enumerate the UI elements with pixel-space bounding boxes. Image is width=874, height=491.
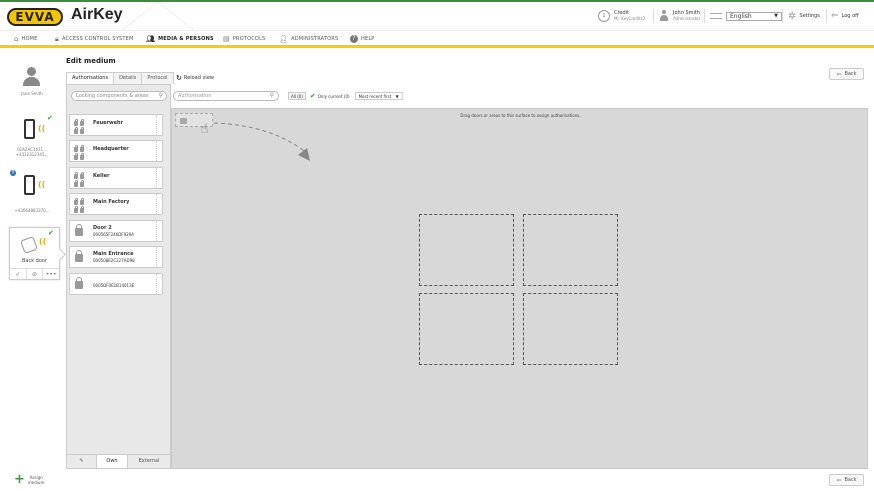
deactivate-medium-icon[interactable]: ⊘	[27, 269, 44, 279]
help-icon: ?	[350, 35, 358, 43]
medium-phone-number: +43664883370...	[14, 208, 50, 213]
lock-icon	[180, 118, 187, 124]
logoff-button[interactable]: ⇐ Log off	[831, 8, 859, 24]
current-user[interactable]: John Smith Administrator	[659, 8, 700, 24]
tab-own[interactable]: Own	[97, 455, 128, 468]
person-avatar[interactable]	[21, 67, 41, 87]
medium-card-selected[interactable]: (( ✔ Back door ✓ ⊘ •••	[9, 227, 60, 280]
locking-item-area[interactable]: Main Factory	[69, 193, 163, 215]
plus-icon: +	[14, 472, 25, 487]
back-arrow-icon: ⇦	[836, 476, 842, 484]
tab-external[interactable]: External	[128, 455, 170, 468]
user-icon	[659, 10, 669, 22]
nav-media-persons[interactable]: 👥︎ MEDIA & PERSONS	[146, 34, 214, 44]
locking-item-area[interactable]: Keller	[69, 167, 163, 189]
edit-medium-icon[interactable]: ✓	[10, 269, 27, 279]
hand-pointer-icon: ☝	[200, 121, 209, 137]
drag-arrow-icon	[213, 122, 310, 161]
language-select[interactable]: English ▼	[726, 11, 782, 21]
pencil-icon[interactable]: ✎	[67, 455, 97, 468]
flag-icon	[710, 13, 722, 19]
key-tag-icon	[20, 236, 38, 254]
more-options-icon[interactable]: •••	[43, 269, 59, 279]
locking-item-door[interactable]: Main Entrance 000508E2C227AD98	[69, 246, 163, 268]
reload-icon: ↻	[176, 74, 182, 82]
back-button-bottom[interactable]: ⇦ Back	[829, 474, 864, 486]
locking-item-area[interactable]: Headquarter	[69, 140, 163, 162]
main-nav: ⌂ HOME 🔒︎ ACCESS CONTROL SYSTEM 👥︎ MEDIA…	[0, 30, 874, 45]
search-icon: ⚲	[158, 92, 163, 99]
phone-icon	[24, 175, 35, 195]
search-icon: ⚲	[269, 92, 274, 99]
page-title: Edit medium	[66, 57, 116, 65]
panel-bottom-tabs: ✎ Own External	[67, 454, 170, 468]
locking-components-panel: Locking components & areas ⚲ Feuerwehr H…	[66, 84, 171, 469]
app-title: AirKey	[71, 6, 123, 23]
document-icon: ▤	[223, 35, 230, 43]
lock-icon	[75, 277, 83, 289]
lock-icon	[75, 224, 83, 236]
locking-search-input[interactable]: Locking components & areas ⚲	[71, 91, 167, 101]
tab-details[interactable]: Details	[113, 72, 143, 84]
chevron-down-icon: ▼	[395, 94, 399, 99]
area-icon	[74, 198, 86, 213]
person-name: Jane Smith	[21, 91, 43, 96]
header-decoration	[119, 2, 197, 32]
nav-home[interactable]: ⌂ HOME	[14, 34, 38, 44]
drop-placeholder	[523, 214, 618, 286]
locking-item-area[interactable]: Feuerwehr	[69, 114, 163, 136]
logoff-icon: ⇐	[831, 11, 839, 21]
nfc-wave-icon: ((	[39, 237, 47, 246]
settings-button[interactable]: ✲ Settings	[788, 8, 820, 24]
authorisation-search-input[interactable]: Authorisation ⚲	[173, 91, 279, 101]
phone-icon	[24, 119, 35, 139]
medium-name: Back door	[21, 258, 48, 264]
area-icon	[74, 172, 86, 187]
tab-protocol[interactable]: Protocol	[141, 72, 174, 84]
authorisation-drop-area[interactable]: Drag doors or areas to this surface to a…	[171, 108, 868, 469]
drop-placeholder	[419, 214, 514, 286]
check-icon: ✔	[309, 92, 316, 100]
evva-logo[interactable]: EVVA	[7, 8, 63, 26]
credit-sub: Mr. KeyCredits2	[614, 16, 646, 21]
home-icon: ⌂	[14, 35, 19, 43]
locking-item-door[interactable]: 0005DF0E1B14013E	[69, 273, 163, 295]
nav-stripe	[0, 45, 874, 48]
credit-info[interactable]: 1 Credit Mr. KeyCredits2	[598, 8, 645, 24]
back-arrow-icon: ⇦	[836, 70, 842, 78]
chevron-down-icon: ▼	[774, 12, 778, 19]
check-icon: ✔	[47, 114, 53, 122]
credit-icon: 1	[598, 10, 610, 22]
filter-only-current[interactable]: ✔ Only current (0)	[310, 92, 350, 100]
check-icon: ✔	[48, 229, 54, 237]
info-icon: ?	[10, 170, 16, 176]
user-role: Administrator	[673, 16, 701, 21]
nav-administrators[interactable]: 👤︎ ADMINISTRATORS	[279, 34, 338, 44]
gear-icon: ✲	[788, 10, 797, 22]
medium-tabs: Authorisations Details Protocol	[66, 72, 174, 85]
medium-phone-number: +43123123​45...	[15, 152, 49, 157]
nfc-wave-icon: ((	[38, 124, 46, 133]
app-header: EVVA AirKey 1 Credit Mr. KeyCredits2 Joh…	[0, 0, 874, 32]
persons-icon: 👥︎	[146, 35, 156, 43]
nav-help[interactable]: ? HELP	[350, 34, 375, 44]
lock-icon	[75, 250, 83, 262]
reload-view-button[interactable]: ↻ Reload view	[176, 74, 214, 82]
nfc-wave-icon: ((	[38, 180, 46, 189]
nav-access-control[interactable]: 🔒︎ ACCESS CONTROL SYSTEM	[55, 34, 133, 44]
assign-medium-button[interactable]: + Assign medium	[14, 472, 44, 487]
drop-placeholder	[419, 293, 514, 365]
back-button-top[interactable]: ⇦ Back	[829, 68, 864, 80]
language-switcher: English ▼	[710, 8, 782, 24]
lock-icon: 🔒︎	[55, 34, 59, 43]
locking-item-door[interactable]: Door 2 000565F246DF929A	[69, 220, 163, 242]
nav-protocols[interactable]: ▤ PROTOCOLS	[223, 34, 265, 44]
area-icon	[74, 145, 86, 160]
authorisation-filter-row: Authorisation ⚲ All (0) ✔ Only current (…	[173, 91, 403, 101]
sort-select[interactable]: Most recent first ▼	[354, 92, 403, 100]
drop-placeholder	[523, 293, 618, 365]
admins-icon: 👤︎	[279, 35, 289, 43]
filter-all[interactable]: All (0)	[288, 92, 306, 100]
area-icon	[74, 119, 86, 134]
